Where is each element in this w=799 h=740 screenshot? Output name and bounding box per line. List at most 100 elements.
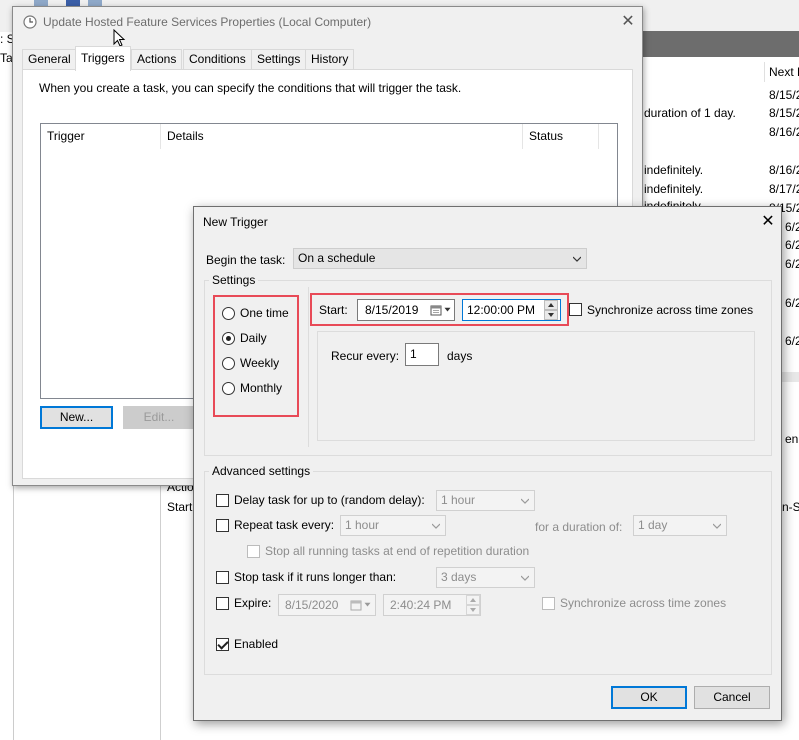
calendar-icon[interactable] — [430, 304, 442, 316]
expire-sync-label: Synchronize across time zones — [560, 596, 727, 610]
stop-if-longer-label: Stop task if it runs longer than: — [234, 570, 397, 584]
radio-label: Weekly — [240, 356, 280, 370]
radio-button[interactable] — [222, 357, 235, 370]
repeat-interval-dropdown[interactable]: 1 hour — [340, 515, 446, 536]
chevron-down-icon — [548, 313, 554, 317]
advanced-settings-label: Advanced settings — [209, 464, 314, 478]
column-header-trigger[interactable]: Trigger — [41, 124, 161, 149]
duration-value: 1 day — [638, 518, 668, 532]
stop-running-tasks-checkbox[interactable] — [247, 545, 260, 558]
expire-time-value: 2:40:24 PM — [390, 598, 452, 612]
task-row-details: indefinitely. — [644, 163, 704, 177]
start-label: Start: — [319, 303, 348, 317]
enabled-checkbox[interactable] — [216, 638, 229, 651]
task-row-next-run: 6/2 — [785, 238, 799, 252]
task-row-next-run: 6/2 — [785, 220, 799, 234]
expire-date-picker[interactable]: 8/15/2020 — [278, 594, 376, 616]
expire-label: Expire: — [234, 596, 272, 610]
close-button[interactable]: ✕ — [619, 13, 637, 31]
recur-days-value: 1 — [410, 347, 417, 361]
new-trigger-button[interactable]: New... — [40, 406, 113, 429]
expire-sync-checkbox[interactable] — [542, 597, 555, 610]
radio-button[interactable] — [222, 332, 235, 345]
edit-trigger-button[interactable]: Edit... — [123, 406, 195, 429]
chevron-down-icon — [470, 608, 476, 612]
chevron-down-icon[interactable] — [364, 602, 371, 608]
task-row-next-run: 8/16/2 — [769, 125, 799, 139]
spin-down-button[interactable] — [544, 310, 558, 320]
task-row-next-run: 8/16/2 — [769, 163, 799, 177]
repeat-task-checkbox[interactable] — [216, 519, 229, 532]
column-divider — [764, 62, 765, 82]
settings-divider — [308, 287, 309, 447]
begin-task-dropdown[interactable]: On a schedule — [293, 248, 587, 269]
tab-conditions[interactable]: Conditions — [183, 49, 252, 70]
stop-if-longer-checkbox[interactable] — [216, 571, 229, 584]
delay-dropdown[interactable]: 1 hour — [436, 490, 535, 511]
dialog-close-button[interactable]: ✕ — [758, 212, 778, 232]
chevron-down-icon — [713, 523, 721, 529]
expire-checkbox[interactable] — [216, 597, 229, 610]
task-row-next-run: 6/2 — [785, 334, 799, 348]
sync-time-zones-label: Synchronize across time zones — [587, 303, 754, 317]
ok-button[interactable]: OK — [611, 686, 687, 709]
background-snippet: n-S — [782, 500, 799, 514]
recur-panel — [317, 331, 755, 441]
task-row-details: duration of 1 day. — [644, 106, 736, 120]
calendar-icon[interactable] — [350, 599, 362, 611]
spin-down-button[interactable] — [466, 605, 480, 615]
expire-date-value: 8/15/2020 — [285, 598, 339, 612]
recur-unit-label: days — [447, 349, 473, 363]
start-time-spinner[interactable] — [544, 300, 558, 320]
column-header-status[interactable]: Status — [523, 124, 599, 149]
start-date-value: 8/15/2019 — [365, 303, 419, 317]
chevron-down-icon — [521, 498, 529, 504]
chevron-down-icon — [573, 256, 581, 262]
task-row-next-run: 8/17/2 — [769, 182, 799, 196]
radio-label: One time — [240, 306, 289, 320]
duration-label: for a duration of: — [535, 520, 623, 534]
start-time-value: 12:00:00 PM — [467, 303, 536, 317]
begin-task-value: On a schedule — [298, 251, 376, 265]
begin-task-label: Begin the task: — [206, 253, 286, 267]
spin-up-button[interactable] — [466, 595, 480, 605]
stop-running-tasks-label: Stop all running tasks at end of repetit… — [265, 544, 530, 558]
task-row-next-run: 8/15/2 — [769, 88, 799, 102]
sync-time-zones-checkbox[interactable] — [569, 303, 582, 316]
duration-dropdown[interactable]: 1 day — [633, 515, 727, 536]
enabled-label: Enabled — [234, 637, 279, 651]
tab-triggers[interactable]: Triggers — [75, 46, 131, 71]
delay-task-label: Delay task for up to (random delay): — [234, 493, 425, 507]
settings-group-label: Settings — [209, 273, 259, 287]
spin-up-button[interactable] — [544, 300, 558, 310]
repeat-task-label: Repeat task every: — [234, 518, 335, 532]
delay-task-checkbox[interactable] — [216, 494, 229, 507]
stop-duration-value: 3 days — [441, 570, 477, 584]
stop-duration-dropdown[interactable]: 3 days — [436, 567, 535, 588]
tab-general[interactable]: General — [22, 49, 77, 70]
recur-every-label: Recur every: — [331, 349, 400, 363]
repeat-interval-value: 1 hour — [345, 518, 380, 532]
task-row-details: indefinitely. — [644, 182, 704, 196]
column-header-next-run[interactable]: Next R — [769, 65, 799, 79]
tab-settings[interactable]: Settings — [251, 49, 307, 70]
radio-button[interactable] — [222, 307, 235, 320]
radio-label: Monthly — [240, 381, 283, 395]
task-row-next-run: 6/2 — [785, 296, 799, 310]
start-date-picker[interactable]: 8/15/2019 — [357, 299, 455, 321]
radio-label: Daily — [240, 331, 267, 345]
column-header-details[interactable]: Details — [161, 124, 523, 149]
expire-time-spinner[interactable] — [466, 595, 480, 615]
radio-button[interactable] — [222, 382, 235, 395]
window-title: Update Hosted Feature Services Propertie… — [43, 15, 372, 29]
tab-history[interactable]: History — [305, 49, 355, 70]
chevron-down-icon[interactable] — [444, 307, 451, 313]
recur-days-input[interactable]: 1 — [405, 343, 439, 366]
delay-value: 1 hour — [441, 493, 476, 507]
task-row-next-run: 6/2 — [785, 257, 799, 271]
cancel-button[interactable]: Cancel — [694, 686, 770, 709]
chevron-down-icon — [521, 575, 529, 581]
triggers-description: When you create a task, you can specify … — [39, 81, 462, 95]
tab-actions[interactable]: Actions — [131, 49, 183, 70]
new-trigger-dialog: New Trigger ✕ Begin the task: On a sched… — [193, 206, 782, 721]
